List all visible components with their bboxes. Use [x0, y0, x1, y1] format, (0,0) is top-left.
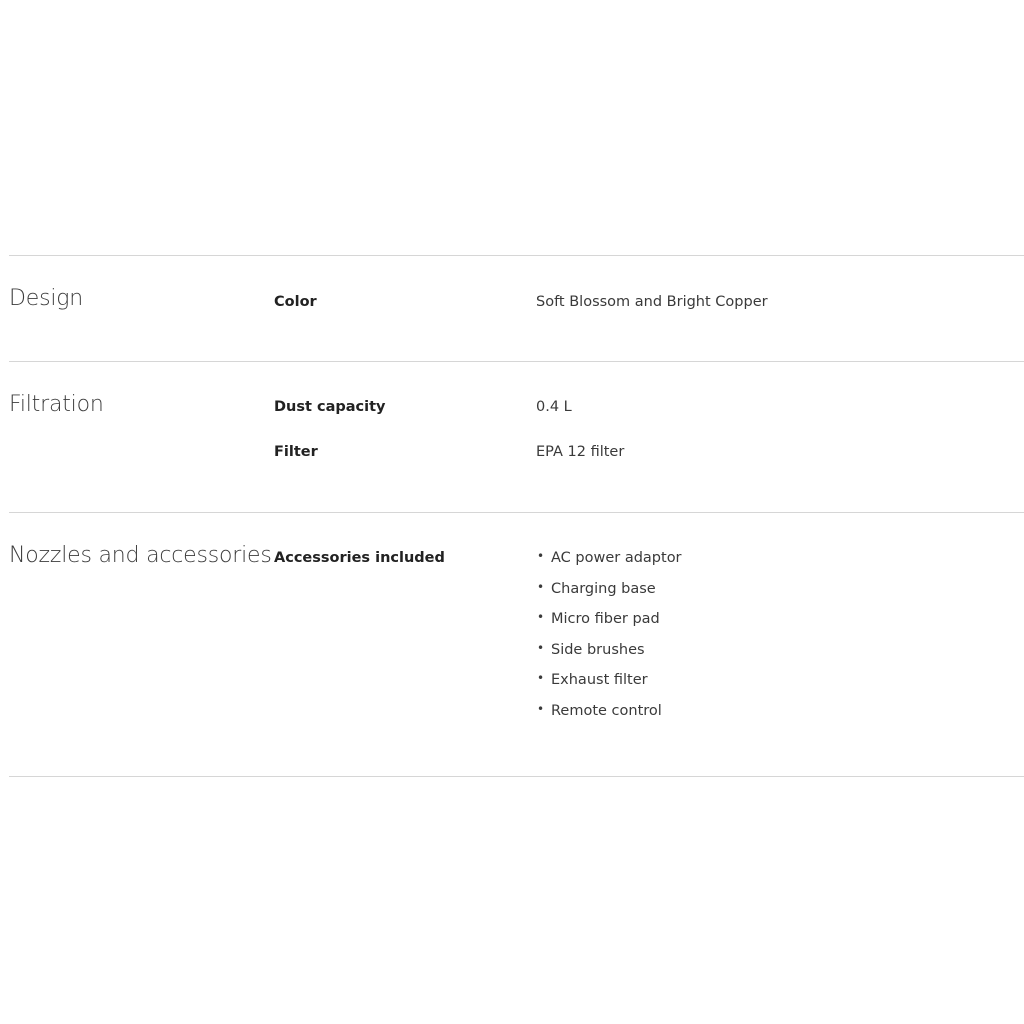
- list-item-text: Exhaust filter: [551, 672, 648, 688]
- bullet-icon: •: [537, 701, 545, 716]
- spec-row-accessories-included: Accessories included • AC power adaptor •…: [274, 549, 1014, 719]
- list-item-text: Side brushes: [551, 641, 645, 658]
- section-title: Nozzles and accessories: [9, 543, 272, 568]
- spec-label: Color: [274, 294, 317, 310]
- spec-row-color: Color Soft Blossom and Bright Copper: [274, 294, 1014, 316]
- accessories-list: • AC power adaptor • Charging base • Micro …: [536, 549, 682, 734]
- spec-label: Accessories included: [274, 550, 445, 566]
- section-nozzles-and-accessories: Nozzles and accessories Accessories incl…: [9, 512, 1024, 777]
- spec-row-filter: Filter EPA 12 filter: [274, 444, 1014, 466]
- bullet-icon: •: [537, 579, 545, 594]
- bullet-icon: •: [537, 671, 545, 685]
- section-design: Design Color Soft Blossom and Bright Cop…: [9, 255, 1024, 361]
- list-item: • Charging base: [536, 579, 682, 612]
- specifications-table: Design Color Soft Blossom and Bright Cop…: [9, 255, 1024, 777]
- list-item: • Remote control: [536, 701, 682, 734]
- list-item: • AC power adaptor: [536, 549, 682, 581]
- section-filtration: Filtration Dust capacity 0.4 L Filter EP…: [9, 361, 1024, 512]
- list-item-text: Charging base: [551, 580, 656, 597]
- spec-value: 0.4 L: [536, 399, 572, 415]
- spec-value: Soft Blossom and Bright Copper: [536, 294, 768, 310]
- spec-row-dust-capacity: Dust capacity 0.4 L: [274, 399, 1014, 421]
- spec-value: EPA 12 filter: [536, 444, 625, 460]
- section-title: Filtration: [9, 392, 104, 417]
- list-item: • Side brushes: [536, 640, 682, 673]
- spec-label: Filter: [274, 444, 318, 460]
- bullet-icon: •: [537, 640, 545, 655]
- list-item: • Exhaust filter: [536, 671, 682, 703]
- list-item: • Micro fiber pad: [536, 610, 682, 642]
- list-item-text: Remote control: [551, 702, 662, 719]
- spec-label: Dust capacity: [274, 399, 386, 415]
- section-title: Design: [9, 286, 83, 311]
- list-item-text: AC power adaptor: [551, 550, 682, 566]
- list-item-text: Micro fiber pad: [551, 611, 660, 627]
- bullet-icon: •: [537, 610, 545, 624]
- bullet-icon: •: [537, 549, 545, 563]
